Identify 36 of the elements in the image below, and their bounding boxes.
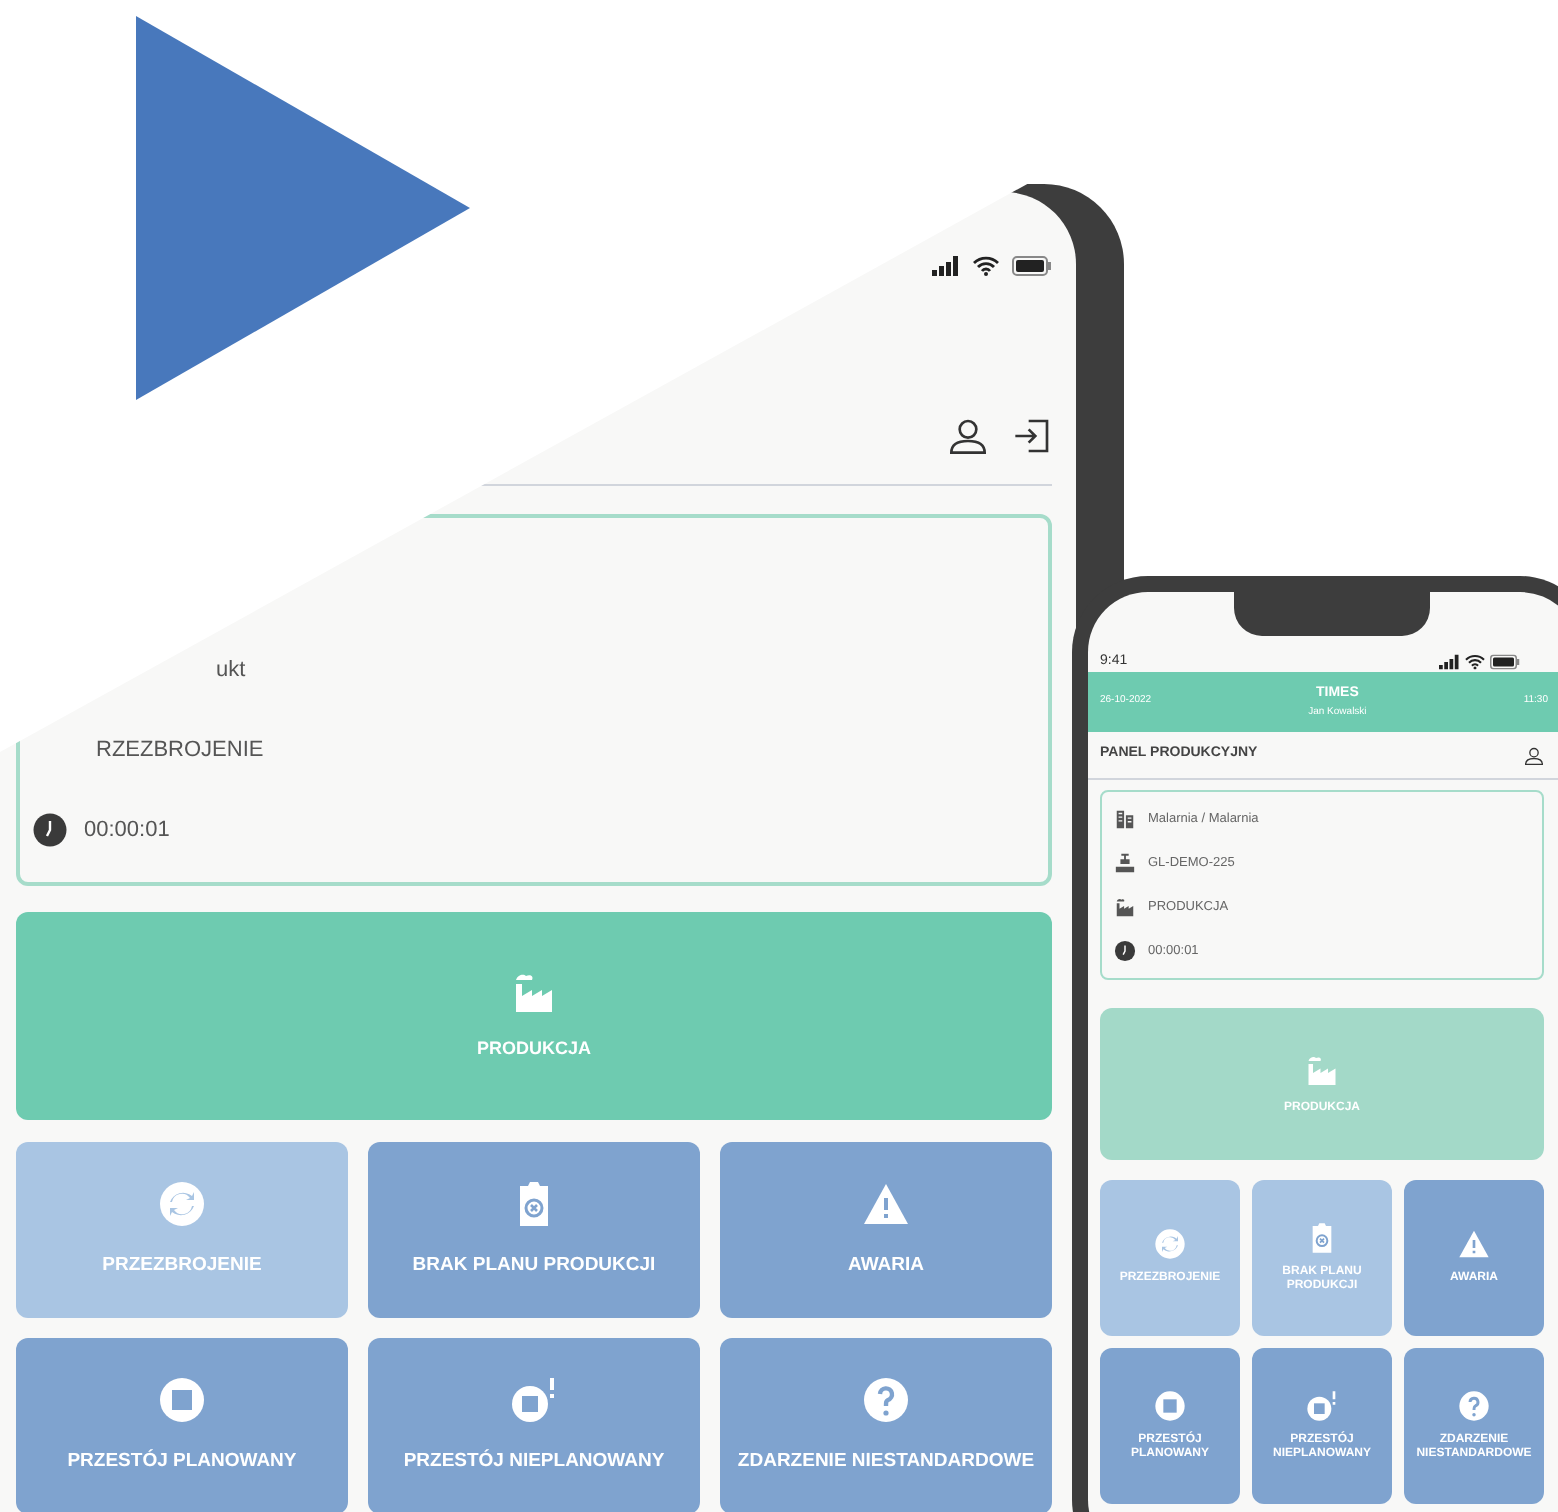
refresh-icon <box>1154 1228 1186 1261</box>
status-tile[interactable]: ZDARZENIE NIESTANDARDOWE <box>720 1338 1052 1512</box>
clock-icon <box>32 812 68 848</box>
wifi-icon <box>972 256 1000 276</box>
signal-icon <box>932 256 960 276</box>
warning-icon <box>862 1179 910 1228</box>
info-text: RZEZBROJENIE <box>96 735 264 766</box>
stop-warning-icon <box>1306 1389 1338 1421</box>
info-text: ukt <box>216 655 246 686</box>
stop-icon <box>1154 1389 1186 1421</box>
factory-icon <box>1114 896 1136 918</box>
status-tile[interactable]: PRZESTÓJ PLANOWANY <box>16 1338 348 1512</box>
stop-warning-icon <box>510 1375 558 1424</box>
refresh-icon <box>158 1179 206 1228</box>
status-tile[interactable]: BRAK PLANU PRODUKCJI <box>368 1142 700 1318</box>
signal-icon <box>1439 654 1460 670</box>
clock-icon <box>1114 940 1136 962</box>
status-tile[interactable]: PRZESTÓJ NIEPLANOWANY <box>368 1338 700 1512</box>
question-icon <box>1458 1389 1490 1421</box>
stop-icon <box>158 1375 206 1424</box>
wifi-icon <box>1464 654 1486 670</box>
building-icon <box>1114 808 1136 830</box>
info-text: 00:00:01 <box>84 815 170 846</box>
battery-icon <box>1490 654 1520 670</box>
question-icon <box>862 1375 910 1424</box>
battery-icon <box>1012 256 1052 276</box>
user-icon[interactable] <box>948 416 988 456</box>
production-button[interactable]: PRODUKCJA <box>16 912 1052 1120</box>
warning-icon <box>1458 1228 1490 1261</box>
machine-icon <box>1114 852 1136 874</box>
logout-icon[interactable] <box>1012 416 1052 456</box>
play-triangle-icon <box>136 16 470 400</box>
factory-icon <box>1304 1051 1340 1087</box>
status-tile[interactable]: AWARIA <box>720 1142 1052 1318</box>
status-tile[interactable]: PRZEZBROJENIE <box>16 1142 348 1318</box>
user-icon[interactable] <box>1524 745 1544 765</box>
